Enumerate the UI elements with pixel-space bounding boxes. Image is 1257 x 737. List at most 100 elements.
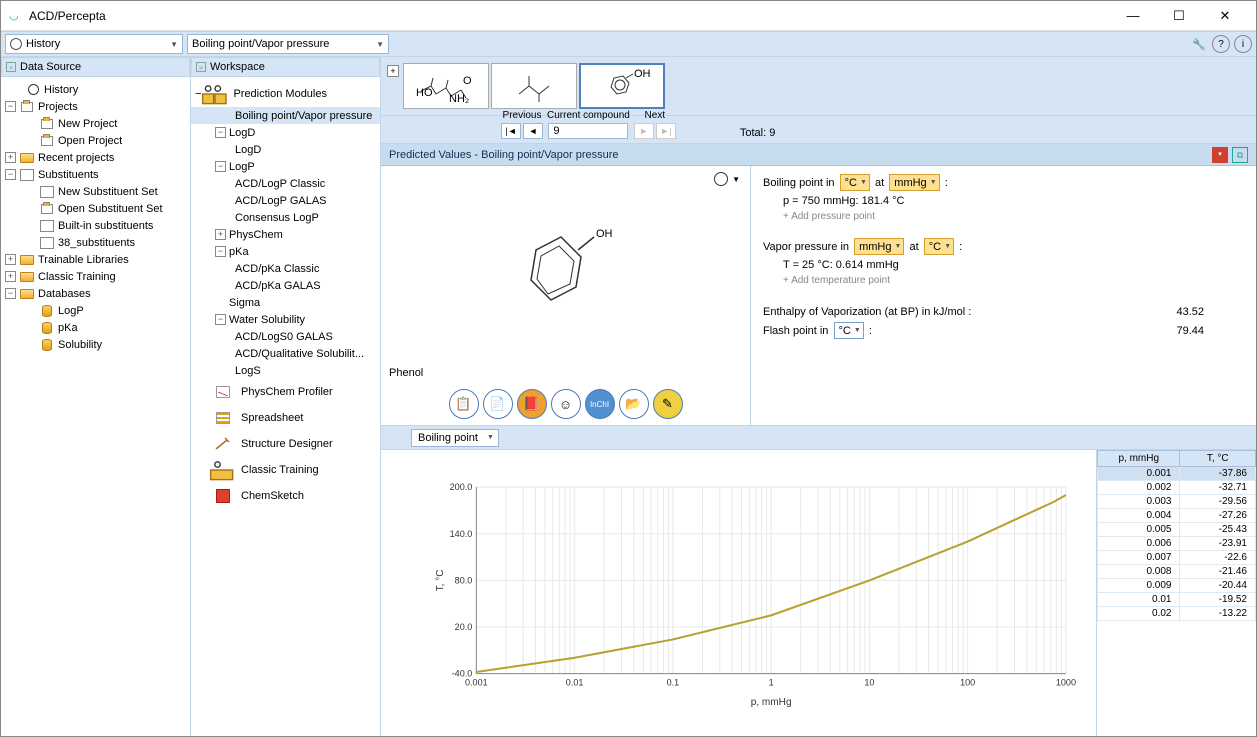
ws-logd[interactable]: −LogD	[191, 124, 380, 141]
help-icon[interactable]: ?	[1212, 35, 1230, 53]
history-label: History	[26, 38, 60, 50]
tool-smiles[interactable]: ☺	[551, 389, 581, 419]
ws-chemsketch[interactable]: ChemSketch	[191, 483, 380, 509]
thumb-1[interactable]: HOONH₂	[403, 63, 489, 109]
thumb-2[interactable]	[491, 63, 577, 109]
ws-classic-training[interactable]: Classic Training	[191, 457, 380, 483]
add-pressure-link[interactable]: + Add pressure point	[763, 211, 1244, 222]
ws-bp-vp[interactable]: Boiling point/Vapor pressure	[191, 107, 380, 124]
ws-pka-classic[interactable]: ACD/pKa Classic	[191, 260, 380, 277]
table-row[interactable]: 0.006-23.91	[1098, 537, 1256, 551]
ws-pka-galas[interactable]: ACD/pKa GALAS	[191, 277, 380, 294]
tree-open-project[interactable]: Open Project	[1, 132, 190, 149]
svg-text:200.0: 200.0	[450, 482, 473, 492]
tree-history[interactable]: History	[1, 81, 190, 98]
tree-open-sub[interactable]: Open Substituent Set	[1, 200, 190, 217]
tree-databases[interactable]: −Databases	[1, 285, 190, 302]
thumb-3[interactable]: OH	[579, 63, 665, 109]
ws-physchem[interactable]: +PhysChem	[191, 226, 380, 243]
table-row[interactable]: 0.005-25.43	[1098, 523, 1256, 537]
ws-logp-cons[interactable]: Consensus LogP	[191, 209, 380, 226]
ws-pka[interactable]: −pKa	[191, 243, 380, 260]
flash-unit-select[interactable]: °C	[834, 322, 864, 339]
tool-dict[interactable]: 📕	[517, 389, 547, 419]
expand-thumbs[interactable]: +	[387, 65, 399, 77]
nav-first[interactable]: |◄	[501, 123, 521, 139]
flash-value: 79.44	[1176, 325, 1244, 337]
window-titlebar: ◡ ACD/Percepta — ☐ ✕	[1, 1, 1256, 31]
tree-new-sub[interactable]: New Substituent Set	[1, 183, 190, 200]
ws-logd-sub[interactable]: LogD	[191, 141, 380, 158]
maximize-button[interactable]: ☐	[1156, 1, 1202, 31]
ws-spreadsheet[interactable]: Spreadsheet	[191, 405, 380, 431]
tool-edit[interactable]: ✎	[653, 389, 683, 419]
nav-prev[interactable]: ◄	[523, 123, 543, 139]
minimize-button[interactable]: —	[1110, 1, 1156, 31]
ws-prediction-modules[interactable]: −Prediction Modules	[191, 81, 380, 107]
tree-projects[interactable]: −Projects	[1, 98, 190, 115]
tree-classic[interactable]: +Classic Training	[1, 268, 190, 285]
table-row[interactable]: 0.007-22.6	[1098, 551, 1256, 565]
ws-logp[interactable]: −LogP	[191, 158, 380, 175]
data-source-panel: » Data Source History −Projects New Proj…	[1, 57, 191, 736]
table-row[interactable]: 0.02-13.22	[1098, 607, 1256, 621]
table-row[interactable]: 0.008-21.46	[1098, 565, 1256, 579]
svg-text:0.01: 0.01	[566, 678, 584, 688]
ws-ws-qual[interactable]: ACD/Qualitative Solubilit...	[191, 345, 380, 362]
tree-38-sub[interactable]: 38_substituents	[1, 234, 190, 251]
tool-open[interactable]: 📂	[619, 389, 649, 419]
table-row[interactable]: 0.01-19.52	[1098, 593, 1256, 607]
add-temp-link[interactable]: + Add temperature point	[763, 275, 1244, 286]
table-row[interactable]: 0.009-20.44	[1098, 579, 1256, 593]
tool-paste[interactable]: 📄	[483, 389, 513, 419]
bp-unit-select[interactable]: °C	[840, 174, 870, 191]
close-button[interactable]: ✕	[1202, 1, 1248, 31]
ws-logp-galas[interactable]: ACD/LogP GALAS	[191, 192, 380, 209]
ws-ws-galas[interactable]: ACD/LogS0 GALAS	[191, 328, 380, 345]
col-t[interactable]: T, °C	[1180, 451, 1256, 467]
workspace-tree: −Prediction Modules Boiling point/Vapor …	[191, 77, 380, 736]
tree-db-pka[interactable]: pKa	[1, 319, 190, 336]
tree-trainable[interactable]: +Trainable Libraries	[1, 251, 190, 268]
chart-row: -40.020.080.0140.0200.00.0010.010.111010…	[381, 450, 1256, 736]
table-row[interactable]: 0.003-29.56	[1098, 495, 1256, 509]
ws-physchem-profiler[interactable]: PhysChem Profiler	[191, 379, 380, 405]
tree-recent-projects[interactable]: +Recent projects	[1, 149, 190, 166]
ws-struct-designer[interactable]: Structure Designer	[191, 431, 380, 457]
ws-sigma[interactable]: Sigma	[191, 294, 380, 311]
vp-unit-select[interactable]: mmHg	[854, 238, 904, 255]
ws-logp-classic[interactable]: ACD/LogP Classic	[191, 175, 380, 192]
copy-icon[interactable]: ⧉	[1232, 147, 1248, 163]
tree-substituents[interactable]: −Substituents	[1, 166, 190, 183]
svg-text:80.0: 80.0	[455, 575, 473, 585]
settings-icon[interactable]: 🔧	[1190, 35, 1208, 53]
table-row[interactable]: 0.001-37.86	[1098, 467, 1256, 481]
info-icon[interactable]: i	[1234, 35, 1252, 53]
collapse-icon[interactable]: »	[6, 62, 16, 72]
collapse-icon[interactable]: »	[196, 62, 206, 72]
table-row[interactable]: 0.004-27.26	[1098, 509, 1256, 523]
table-row[interactable]: 0.002-32.71	[1098, 481, 1256, 495]
tree-new-project[interactable]: New Project	[1, 115, 190, 132]
nav-next[interactable]: ►	[634, 123, 654, 139]
tool-inchi[interactable]: InChI	[585, 389, 615, 419]
tool-copy[interactable]: 📋	[449, 389, 479, 419]
vp-t-unit-select[interactable]: °C	[924, 238, 954, 255]
nav-current-input[interactable]	[548, 123, 628, 139]
chart-type-select[interactable]: Boiling point	[411, 429, 499, 447]
module-dropdown[interactable]: Boiling point/Vapor pressure ▼	[187, 34, 389, 54]
tree-db-logp[interactable]: LogP	[1, 302, 190, 319]
col-p[interactable]: p, mmHg	[1098, 451, 1180, 467]
compound-thumbnails: + HOONH₂ OH	[381, 57, 1256, 116]
ws-logs[interactable]: LogS	[191, 362, 380, 379]
nav-last[interactable]: ►|	[656, 123, 676, 139]
bp-p-unit-select[interactable]: mmHg	[889, 174, 939, 191]
tree-builtin-sub[interactable]: Built-in substituents	[1, 217, 190, 234]
tree-db-solubility[interactable]: Solubility	[1, 336, 190, 353]
status-badge[interactable]: ▼	[714, 172, 740, 186]
history-dropdown[interactable]: History ▼	[5, 34, 183, 54]
pdf-icon[interactable]: ▾	[1212, 147, 1228, 163]
svg-text:0.001: 0.001	[465, 678, 488, 688]
ws-watersol[interactable]: −Water Solubility	[191, 311, 380, 328]
content-panel: + HOONH₂ OH Previous |◄ ◄ Current compou…	[381, 57, 1256, 736]
